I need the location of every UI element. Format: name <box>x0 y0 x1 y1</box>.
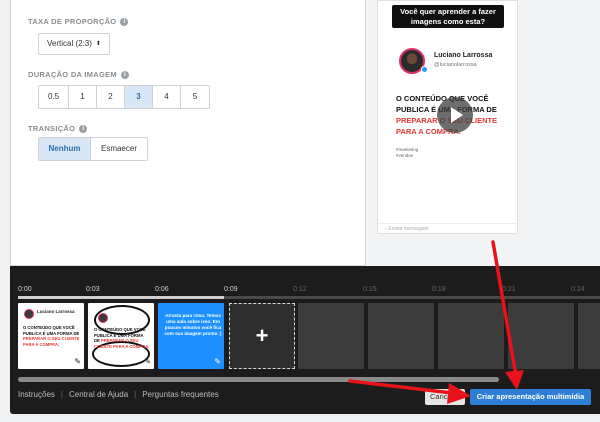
tick-label: 0:15 <box>363 286 377 293</box>
separator: | <box>134 390 137 399</box>
hashtag-vendas: #vendas <box>396 153 414 158</box>
duration-option-5[interactable]: 5 <box>181 86 209 108</box>
transition-option-none[interactable]: Nenhum <box>39 138 91 160</box>
verified-badge-icon <box>421 66 428 73</box>
empty-slot <box>578 303 600 369</box>
info-icon[interactable]: i <box>79 124 88 133</box>
profile-name: Luciano Larrossa <box>434 52 493 59</box>
duration-option-1[interactable]: 1 <box>69 86 97 108</box>
slide-thumbnail-1[interactable]: Luciano Larrossa O CONTEÚDO QUE VOCÊ PUB… <box>18 303 84 369</box>
slide-blue-text: Arrasta para cima. Temos uma aula sobre … <box>164 313 222 336</box>
preview-question: Você quer aprender a fazer imagens como … <box>392 5 504 28</box>
transition-label: TRANSIÇÃO i <box>28 124 88 133</box>
footer-links: Instruções | Central de Ajuda | Pergunta… <box>18 390 219 399</box>
slide-text-black: O CONTEÚDO QUE VOCÊ PUBLICA É UMA FORMA … <box>23 325 80 336</box>
link-help-center[interactable]: Central de Ajuda <box>69 390 128 399</box>
link-faq[interactable]: Perguntas frequentes <box>142 390 219 399</box>
edit-pencil-icon[interactable]: ✎ <box>74 357 81 366</box>
slide-thumbnail-2[interactable]: O CONTEÚDO QUE VOCÊ PUBLICA É UMA FORMA … <box>88 303 154 369</box>
preview-message-bar: ◌ Enviar mensagem <box>378 223 517 233</box>
timeline-ruler[interactable]: 0:00 0:03 0:06 0:09 0:12 0:15 0:18 0:21 … <box>10 266 600 296</box>
slide-text: O CONTEÚDO QUE VOCÊ PUBLICA É UMA FORMA … <box>94 327 150 349</box>
tick-label: 0:24 <box>571 286 585 293</box>
tick-label: 0:06 <box>155 286 169 293</box>
link-instructions[interactable]: Instruções <box>18 390 55 399</box>
profile-handle: @lucianolarrossa <box>434 62 477 68</box>
cancel-button[interactable]: Cancelar <box>425 389 465 405</box>
tick-label: 0:03 <box>86 286 100 293</box>
aspect-ratio-label: TAXA DE PROPORÇÃO i <box>28 17 129 26</box>
tick-label: 0:12 <box>293 286 307 293</box>
slide-avatar <box>24 309 34 319</box>
duration-option-2[interactable]: 2 <box>97 86 125 108</box>
info-icon[interactable]: i <box>120 70 129 79</box>
slide-text-red: PREPARAR O SEU CLIENTE PARA A COMPRA. <box>94 338 150 349</box>
tick-label: 0:18 <box>432 286 446 293</box>
empty-slot <box>298 303 364 369</box>
empty-slot <box>438 303 504 369</box>
edit-pencil-icon[interactable]: ✎ <box>214 357 221 366</box>
tick-label: 0:21 <box>502 286 516 293</box>
tick-label: 0:00 <box>18 286 32 293</box>
edit-pencil-icon[interactable]: ✎ <box>144 357 151 366</box>
slide-thumbnail-3[interactable]: Arrasta para cima. Temos uma aula sobre … <box>158 303 224 369</box>
play-icon[interactable] <box>437 97 473 133</box>
camera-icon: ◌ <box>384 226 387 232</box>
duration-option-4[interactable]: 4 <box>153 86 181 108</box>
empty-slot <box>508 303 574 369</box>
preview-hashtags: #marketing #vendas <box>396 147 418 159</box>
timeline-progress <box>18 296 224 299</box>
duration-segmented-control: 0.5 1 2 3 4 5 <box>38 85 210 109</box>
info-icon[interactable]: i <box>120 17 129 26</box>
plus-icon: + <box>255 323 269 348</box>
slide-text: O CONTEÚDO QUE VOCÊ PUBLICA É UMA FORMA … <box>23 325 84 347</box>
aspect-ratio-select[interactable]: Vertical (2:3) ⬍ <box>38 33 110 55</box>
slideshow-editor: TAXA DE PROPORÇÃO i Vertical (2:3) ⬍ DUR… <box>0 0 600 422</box>
duration-option-0-5[interactable]: 0.5 <box>39 86 69 108</box>
timeline-scrollbar[interactable] <box>18 377 499 382</box>
aspect-ratio-label-text: TAXA DE PROPORÇÃO <box>28 17 117 26</box>
add-slide-button[interactable]: + <box>229 303 295 369</box>
create-slideshow-button[interactable]: Criar apresentação multimídia <box>470 389 591 405</box>
transition-segmented-control: Nenhum Esmaecer <box>38 137 148 161</box>
transition-label-text: TRANSIÇÃO <box>28 124 76 133</box>
slide-text-red: PREPARAR O SEU CLIENTE PARA A COMPRA. <box>23 336 80 347</box>
separator: | <box>60 390 63 399</box>
aspect-ratio-value: Vertical (2:3) <box>47 39 92 48</box>
transition-option-fade[interactable]: Esmaecer <box>91 138 147 160</box>
duration-label-text: DURAÇÃO DA IMAGEM <box>28 70 117 79</box>
sort-arrows-icon: ⬍ <box>95 41 101 47</box>
slide-avatar <box>98 313 108 323</box>
empty-slot <box>368 303 434 369</box>
tick-label: 0:09 <box>224 286 238 293</box>
duration-option-3[interactable]: 3 <box>125 86 153 108</box>
message-hint: Enviar mensagem <box>388 226 429 232</box>
slide-profile-name: Luciano Larrossa <box>37 309 75 314</box>
duration-label: DURAÇÃO DA IMAGEM i <box>28 70 129 79</box>
